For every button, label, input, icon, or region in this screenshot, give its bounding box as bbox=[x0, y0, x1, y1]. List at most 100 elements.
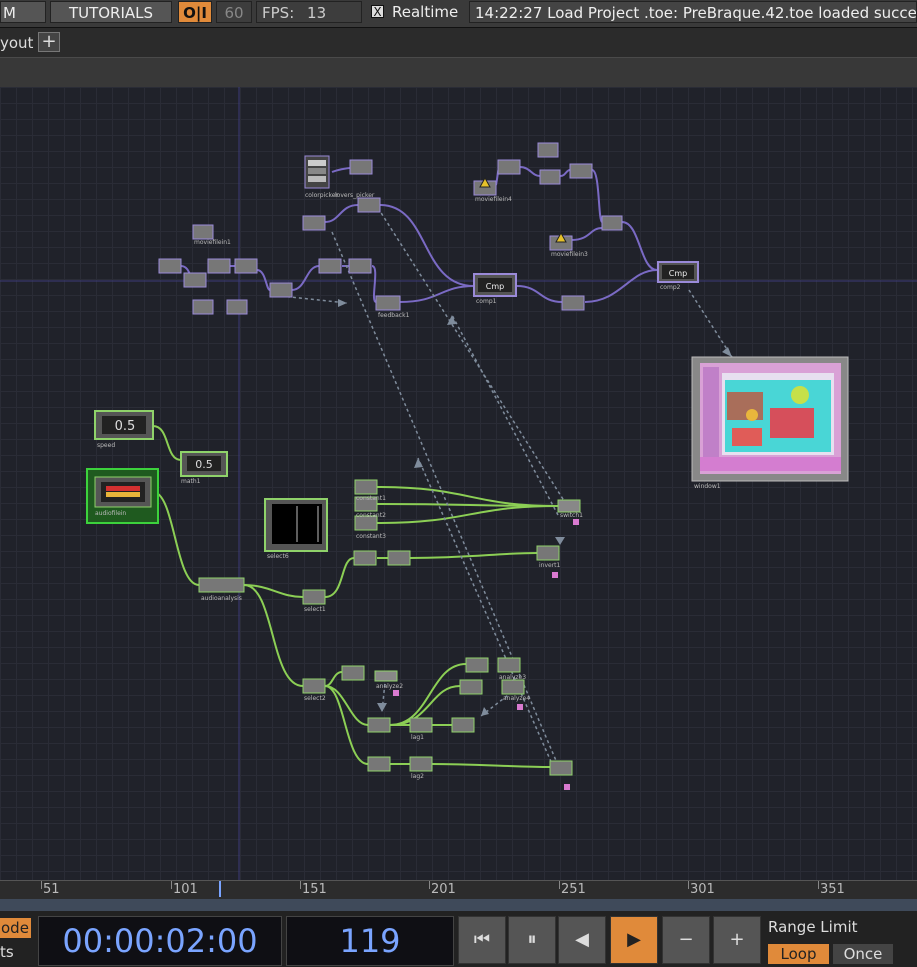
timecode-mode-button[interactable]: ode bbox=[0, 918, 31, 938]
chop-node-group[interactable] bbox=[302, 545, 573, 776]
fps-display: FPS: 13 bbox=[256, 1, 362, 23]
switch1-node[interactable] bbox=[557, 499, 581, 513]
select2-label: select2 bbox=[304, 695, 326, 702]
audiofilein-waveform bbox=[106, 486, 140, 491]
play-icon: ▶ bbox=[627, 929, 641, 950]
step-forward-button[interactable]: + bbox=[713, 916, 761, 964]
audioanalysis-node[interactable] bbox=[198, 577, 245, 593]
comp2-label: comp2 bbox=[660, 284, 681, 291]
colorpicker-swatch-1 bbox=[308, 160, 326, 166]
colorpicker-label: colorpicker bbox=[305, 192, 339, 199]
top-bar: M TUTORIALS O|I 60 FPS: 13 X Realtime 14… bbox=[0, 0, 917, 27]
window1-preview-blob bbox=[791, 386, 809, 404]
analyze2-label: analyze2 bbox=[376, 683, 403, 690]
moviefilein1-label: moviefilein1 bbox=[194, 239, 231, 246]
rewind-to-start-button[interactable]: ⏮ bbox=[458, 916, 506, 964]
switch1-flag bbox=[573, 519, 579, 525]
window1-preview-bottom bbox=[700, 457, 841, 471]
select6-label: select6 bbox=[267, 553, 289, 560]
timeline-range-bar[interactable] bbox=[0, 899, 917, 911]
select1-label: select1 bbox=[304, 606, 326, 613]
top-wires bbox=[180, 166, 658, 303]
comp2-node-text: Cmp bbox=[669, 269, 687, 278]
comp1-node-text: Cmp bbox=[486, 282, 504, 291]
realtime-label: Realtime bbox=[392, 3, 459, 21]
invert1-label: invert1 bbox=[539, 562, 561, 569]
feedback1-label: feedback1 bbox=[378, 312, 410, 319]
play-reverse-button[interactable]: ◀ bbox=[558, 916, 606, 964]
playhead[interactable] bbox=[219, 881, 221, 897]
window1-preview-taskbar bbox=[703, 367, 719, 457]
play-forward-button[interactable]: ▶ bbox=[610, 916, 658, 964]
reference-arrowheads bbox=[338, 299, 732, 716]
tick-label: 251 bbox=[561, 882, 586, 897]
math1-value: 0.5 bbox=[195, 458, 213, 471]
switch1-label: switch1 bbox=[560, 512, 583, 519]
oi-toggle[interactable]: O|I bbox=[178, 1, 212, 23]
tick-label: 151 bbox=[302, 882, 327, 897]
realtime-checkbox[interactable]: X bbox=[371, 5, 384, 18]
timeline-ruler[interactable]: 51 101 151 201 251 301 351 bbox=[0, 880, 917, 899]
loop-button[interactable]: Loop bbox=[768, 944, 829, 964]
tutorials-button[interactable]: TUTORIALS bbox=[50, 1, 172, 23]
moviefilein4-label: moviefilein4 bbox=[475, 196, 512, 203]
skip-back-icon: ⏮ bbox=[473, 929, 491, 950]
plus-icon: + bbox=[729, 929, 745, 950]
fps-value: 13 bbox=[307, 4, 327, 22]
window1-label: window1 bbox=[694, 483, 721, 490]
frame-display[interactable]: 119 bbox=[286, 916, 454, 966]
tick-label: 301 bbox=[690, 882, 715, 897]
tick-label: 351 bbox=[820, 882, 845, 897]
window1-preview-block bbox=[732, 428, 762, 446]
lovers-picker-label: lovers_picker bbox=[335, 192, 375, 199]
play-reverse-icon: ◀ bbox=[575, 929, 589, 950]
tick-mark bbox=[688, 881, 689, 889]
analyze3-label: analyze3 bbox=[499, 674, 526, 681]
pause-icon: ⏸ bbox=[527, 929, 537, 950]
tick-mark bbox=[818, 881, 819, 889]
network-editor[interactable]: moviefilein1 moviefilein4 moviefilein3 c… bbox=[0, 87, 917, 880]
constant1-label: constant1 bbox=[356, 495, 386, 502]
lag2-label: lag2 bbox=[411, 773, 424, 780]
tick-mark bbox=[171, 881, 172, 889]
tick-mark bbox=[300, 881, 301, 889]
speed-label: speed bbox=[97, 442, 115, 449]
pane-bar: yout + bbox=[0, 27, 917, 58]
moviefilein3-label: moviefilein3 bbox=[551, 251, 588, 258]
constant2-label: constant2 bbox=[356, 512, 386, 519]
minus-icon: − bbox=[678, 929, 694, 950]
timecode-display[interactable]: 00:00:02:00 bbox=[38, 916, 282, 966]
pause-button[interactable]: ⏸ bbox=[508, 916, 556, 964]
fps-label: FPS: bbox=[262, 4, 295, 22]
add-pane-button[interactable]: + bbox=[38, 32, 60, 52]
fps-cap-button[interactable]: 60 bbox=[216, 1, 252, 23]
layout-label[interactable]: yout bbox=[0, 34, 33, 52]
once-button[interactable]: Once bbox=[833, 944, 893, 964]
constant3-label: constant3 bbox=[356, 533, 386, 540]
lag1-label: lag1 bbox=[411, 734, 424, 741]
menu-button[interactable]: M bbox=[0, 1, 46, 23]
tick-mark bbox=[429, 881, 430, 889]
step-back-button[interactable]: − bbox=[662, 916, 710, 964]
path-bar bbox=[0, 57, 917, 88]
tick-label: 201 bbox=[431, 882, 456, 897]
audioanalysis-label: audioanalysis bbox=[201, 595, 242, 602]
status-message: 14:22:27 Load Project .toe: PreBraque.42… bbox=[469, 1, 917, 23]
playback-controls: ode ts 00:00:02:00 119 ⏮ ⏸ ◀ ▶ − + Range… bbox=[0, 911, 917, 967]
analyze4-label: analyze4 bbox=[503, 695, 530, 702]
audiofilein-label: audiofilein bbox=[95, 510, 126, 517]
tick-mark bbox=[41, 881, 42, 889]
math1-label: math1 bbox=[181, 478, 201, 485]
constant-nodes[interactable] bbox=[354, 479, 378, 531]
tick-mark bbox=[559, 881, 560, 889]
range-limit-label: Range Limit bbox=[768, 918, 858, 936]
tick-label: 51 bbox=[43, 882, 60, 897]
window1-preview-blob bbox=[746, 409, 758, 421]
speed-value: 0.5 bbox=[115, 419, 136, 434]
colorpicker-swatch-2 bbox=[308, 168, 326, 174]
colorpicker-swatch-3 bbox=[308, 176, 326, 182]
units-label[interactable]: ts bbox=[0, 943, 14, 961]
audiofilein-waveform bbox=[106, 492, 140, 497]
tick-label: 101 bbox=[173, 882, 198, 897]
comp1-label: comp1 bbox=[476, 298, 497, 305]
